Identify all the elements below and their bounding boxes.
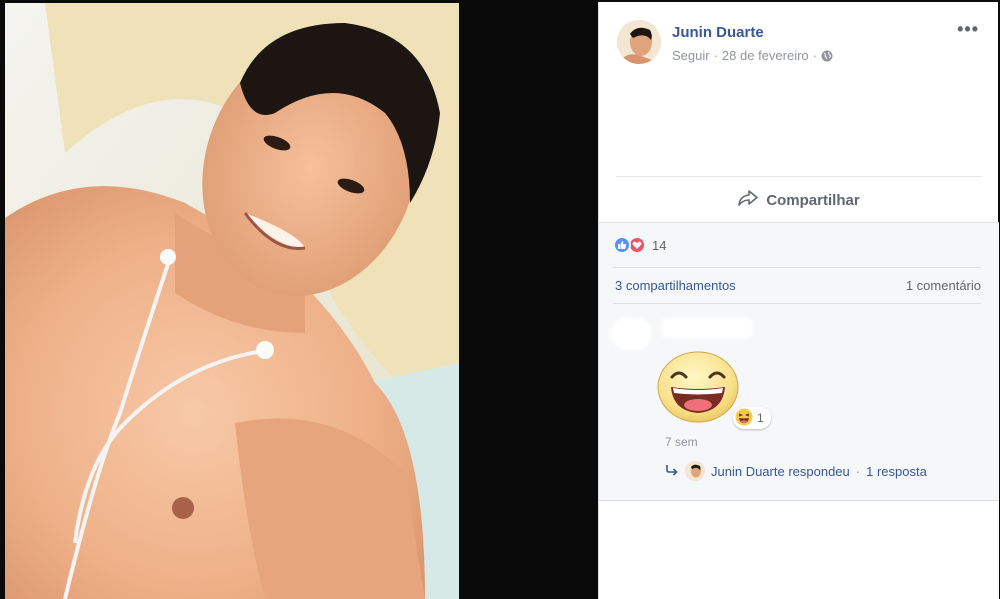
- comment-timestamp[interactable]: 7 sem: [665, 435, 698, 449]
- feedback-section: 14 3 compartilhamentos 1 comentário 1 7 …: [599, 222, 999, 500]
- reply-separator: ·: [855, 463, 861, 479]
- globe-icon[interactable]: [821, 50, 833, 62]
- view-replies-link[interactable]: Junin Duarte respondeu · 1 resposta: [665, 461, 927, 481]
- comments-count-link[interactable]: 1 comentário: [906, 278, 981, 293]
- reply-author-text: Junin Duarte respondeu: [711, 463, 850, 479]
- comment-reaction-badge[interactable]: 1: [733, 407, 771, 429]
- avatar-image: [617, 20, 661, 64]
- post-details-panel: Junin Duarte Seguir · 28 de fevereiro · …: [598, 2, 999, 599]
- post-header: Junin Duarte Seguir · 28 de fevereiro · …: [599, 2, 999, 177]
- laughing-face-sticker[interactable]: [657, 351, 739, 423]
- reply-author-avatar: [685, 461, 705, 481]
- photo-stage[interactable]: [0, 0, 598, 599]
- reactions-summary[interactable]: 14: [613, 236, 666, 254]
- meta-separator-2: ·: [812, 48, 817, 63]
- reaction-count: 14: [652, 237, 667, 253]
- more-options-icon[interactable]: •••: [957, 20, 979, 38]
- like-reaction-icon: [613, 236, 631, 254]
- author-avatar[interactable]: [617, 20, 661, 64]
- divider: [613, 267, 981, 268]
- reply-count: 1 resposta: [866, 463, 927, 479]
- panel-bottom-area: [599, 500, 999, 599]
- share-button[interactable]: Compartilhar: [616, 176, 982, 223]
- post-photo[interactable]: [5, 3, 459, 599]
- post-meta: Seguir · 28 de fevereiro ·: [672, 48, 833, 63]
- comment-reaction-count: 1: [757, 411, 764, 425]
- redacted-commenter-name: [661, 318, 753, 338]
- share-label: Compartilhar: [766, 191, 860, 209]
- meta-separator: ·: [713, 48, 718, 63]
- shares-count-link[interactable]: 3 compartilhamentos: [615, 278, 736, 293]
- divider: [613, 303, 981, 304]
- author-name-link[interactable]: Junin Duarte: [672, 24, 764, 41]
- photo-viewer: Junin Duarte Seguir · 28 de fevereiro · …: [0, 0, 1000, 599]
- follow-link[interactable]: Seguir: [672, 48, 710, 63]
- post-date[interactable]: 28 de fevereiro: [722, 48, 809, 63]
- selfie-photo-image: [5, 3, 459, 599]
- reply-arrow-icon: [665, 464, 679, 479]
- redacted-commenter-avatar: [611, 318, 651, 350]
- haha-reaction-icon: [735, 408, 753, 429]
- share-arrow-icon: [738, 189, 759, 211]
